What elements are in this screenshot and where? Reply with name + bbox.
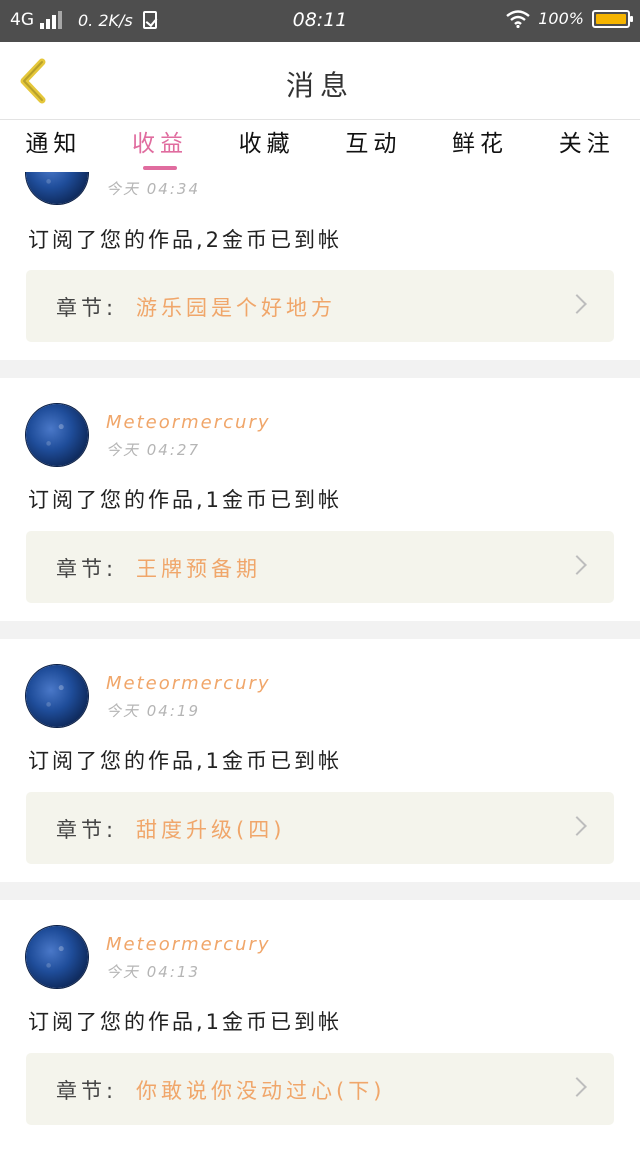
tab-interactions[interactable]: 互动 xyxy=(320,120,427,172)
avatar[interactable] xyxy=(26,172,88,204)
user-name[interactable]: Meteormercury xyxy=(106,673,271,694)
chapter-link[interactable]: 章节: 你敢说你没动过心(下) xyxy=(26,1053,614,1125)
message-time: 今天 04:19 xyxy=(106,702,200,720)
chapter-link[interactable]: 章节: 甜度升级(四) xyxy=(26,792,614,864)
chevron-right-icon xyxy=(567,555,587,575)
chapter-label: 章节: xyxy=(56,1079,118,1103)
message-text: 订阅了您的作品,1金币已到帐 xyxy=(28,488,343,512)
chevron-right-icon xyxy=(567,294,587,314)
user-name[interactable]: Meteormercury xyxy=(106,412,271,433)
message-list: 今天 04:34 订阅了您的作品,2金币已到帐 章节: 游乐园是个好地方 Met… xyxy=(0,172,640,1160)
title-bar: 消息 xyxy=(0,42,640,120)
chapter-name: 甜度升级(四) xyxy=(136,818,286,842)
battery-percent: 100% xyxy=(538,9,584,28)
status-right: 100% xyxy=(506,9,633,28)
chapter-label: 章节: xyxy=(56,557,118,581)
tab-earnings[interactable]: 收益 xyxy=(107,120,214,172)
message-text: 订阅了您的作品,1金币已到帐 xyxy=(28,1010,343,1034)
message-time: 今天 04:13 xyxy=(106,963,200,981)
wifi-icon xyxy=(506,9,531,28)
status-bar: 4G 0. 2K/s 08:11 100% xyxy=(0,0,640,42)
avatar[interactable] xyxy=(26,926,88,988)
chapter-label: 章节: xyxy=(56,296,118,320)
tab-bar: 通知 收益 收藏 互动 鲜花 关注 xyxy=(0,120,640,172)
battery-icon xyxy=(592,9,633,28)
chapter-name: 游乐园是个好地方 xyxy=(136,296,336,320)
message-card: Meteormercury 今天 04:19 订阅了您的作品,1金币已到帐 章节… xyxy=(0,639,640,882)
message-time: 今天 04:34 xyxy=(106,180,200,198)
chapter-link[interactable]: 章节: 王牌预备期 xyxy=(26,531,614,603)
chapter-name: 你敢说你没动过心(下) xyxy=(136,1079,386,1103)
avatar[interactable] xyxy=(26,404,88,466)
message-text: 订阅了您的作品,1金币已到帐 xyxy=(28,749,343,773)
message-text: 订阅了您的作品,2金币已到帐 xyxy=(28,228,343,252)
tab-flowers[interactable]: 鲜花 xyxy=(427,120,534,172)
chevron-right-icon xyxy=(567,1077,587,1097)
tab-favorites[interactable]: 收藏 xyxy=(213,120,320,172)
chapter-link[interactable]: 章节: 游乐园是个好地方 xyxy=(26,270,614,342)
user-name[interactable]: Meteormercury xyxy=(106,934,271,955)
tab-following[interactable]: 关注 xyxy=(533,120,640,172)
page-title: 消息 xyxy=(285,69,354,102)
message-time: 今天 04:27 xyxy=(106,441,200,459)
tab-notifications[interactable]: 通知 xyxy=(0,120,107,172)
message-card: Meteormercury 今天 04:13 订阅了您的作品,1金币已到帐 章节… xyxy=(0,900,640,1160)
chapter-label: 章节: xyxy=(56,818,118,842)
chevron-right-icon xyxy=(567,816,587,836)
message-card: Meteormercury 今天 04:27 订阅了您的作品,1金币已到帐 章节… xyxy=(0,378,640,621)
chapter-name: 王牌预备期 xyxy=(136,557,261,581)
message-card: 今天 04:34 订阅了您的作品,2金币已到帐 章节: 游乐园是个好地方 xyxy=(0,172,640,360)
avatar[interactable] xyxy=(26,665,88,727)
